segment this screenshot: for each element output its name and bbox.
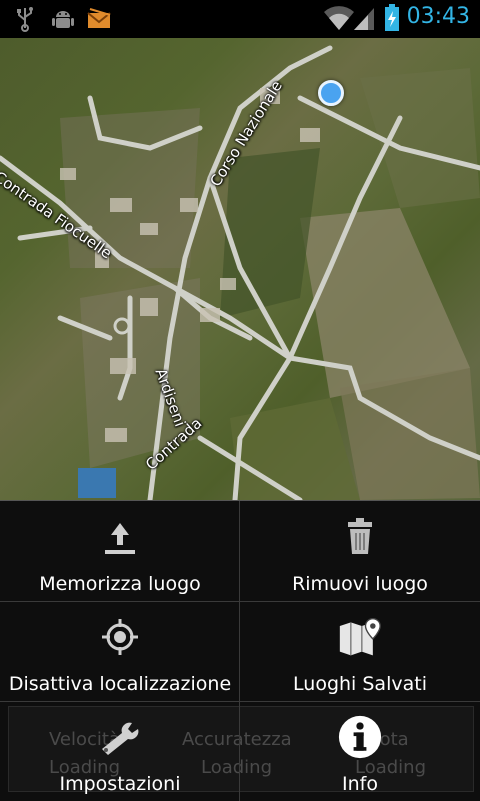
menu-item-label: Disattiva localizzazione: [8, 673, 232, 695]
menu-item-label: Info: [342, 773, 378, 795]
options-menu: Velocità Loading Accuratezza Loading Quo…: [0, 500, 480, 801]
upload-icon: [98, 515, 142, 559]
status-bar: 03:43: [0, 0, 480, 38]
map-terrain: [0, 45, 480, 500]
menu-item-info[interactable]: Info: [240, 701, 480, 801]
mail-icon: [86, 6, 112, 36]
trash-icon: [338, 515, 382, 559]
current-location-marker: [318, 80, 344, 106]
battery-charging-icon: [384, 4, 400, 36]
wrench-icon: [98, 715, 142, 759]
signal-icon: [352, 4, 376, 36]
menu-item-impostazioni[interactable]: Impostazioni: [0, 701, 240, 801]
menu-item-label: Memorizza luogo: [39, 573, 201, 595]
wifi-icon: [324, 4, 354, 36]
usb-icon: [14, 6, 36, 36]
menu-item-label: Impostazioni: [59, 773, 181, 795]
info-icon: [338, 715, 382, 759]
menu-item-luoghi-salvati[interactable]: Luoghi Salvati: [240, 601, 480, 701]
satellite-map[interactable]: Corso Nazionale Contrada Fiocuelle Ardis…: [0, 38, 480, 500]
menu-item-rimuovi-luogo[interactable]: Rimuovi luogo: [240, 501, 480, 601]
menu-item-disattiva-localizzazione[interactable]: Disattiva localizzazione: [0, 601, 240, 701]
android-debug-icon: [50, 6, 76, 36]
menu-item-label: Luoghi Salvati: [293, 673, 427, 695]
gps-target-icon: [98, 615, 142, 659]
map-pin-icon: [338, 615, 382, 659]
clock: 03:43: [406, 4, 470, 29]
menu-item-memorizza-luogo[interactable]: Memorizza luogo: [0, 501, 240, 601]
menu-item-label: Rimuovi luogo: [292, 573, 428, 595]
